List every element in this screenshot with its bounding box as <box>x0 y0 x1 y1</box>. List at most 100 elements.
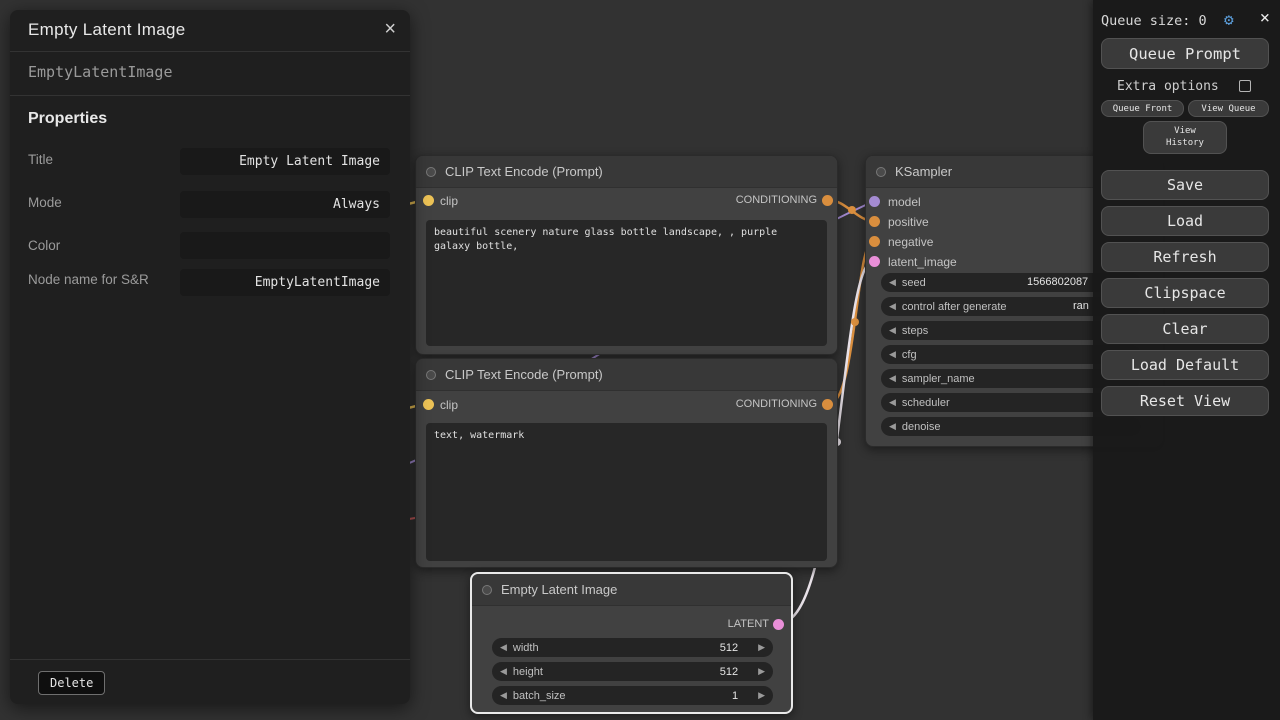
node-title: CLIP Text Encode (Prompt) <box>445 367 603 382</box>
node-header[interactable]: CLIP Text Encode (Prompt) <box>416 359 837 391</box>
slot-row: clip CONDITIONING <box>416 192 837 210</box>
decrement-arrow-icon[interactable]: ◀ <box>500 642 507 653</box>
latent-image-input-slot[interactable] <box>869 256 880 267</box>
height-widget[interactable]: ◀ height 512 ▶ <box>492 662 773 681</box>
collapse-dot[interactable] <box>426 370 436 380</box>
clip-input-label: clip <box>440 194 458 208</box>
node-clip-text-encode-2[interactable]: CLIP Text Encode (Prompt) clip CONDITION… <box>415 358 838 568</box>
latent-output-slot[interactable] <box>773 619 784 630</box>
widget-label: sampler_name <box>902 373 975 385</box>
positive-input-label: positive <box>888 215 929 229</box>
node-header[interactable]: CLIP Text Encode (Prompt) <box>416 156 837 188</box>
widget-value: ran <box>1073 300 1089 312</box>
color-input[interactable] <box>180 232 390 259</box>
decrement-arrow-icon[interactable]: ◀ <box>889 421 896 432</box>
widget-value: 512 <box>720 642 738 654</box>
model-input-label: model <box>888 195 921 209</box>
property-label-color: Color <box>28 236 173 256</box>
conditioning-output-label: CONDITIONING <box>736 398 817 410</box>
width-widget[interactable]: ◀ width 512 ▶ <box>492 638 773 657</box>
node-class-name: EmptyLatentImage <box>28 63 173 81</box>
property-label-mode: Mode <box>28 193 173 213</box>
comfy-menu: Queue size: 0 ⚙ × Queue Prompt Extra opt… <box>1093 0 1280 720</box>
conditioning-output-slot[interactable] <box>822 399 833 410</box>
positive-input-slot[interactable] <box>869 216 880 227</box>
decrement-arrow-icon[interactable]: ◀ <box>889 325 896 336</box>
reset-view-button[interactable]: Reset View <box>1101 386 1269 416</box>
node-clip-text-encode-1[interactable]: CLIP Text Encode (Prompt) clip CONDITION… <box>415 155 838 355</box>
increment-arrow-icon[interactable]: ▶ <box>758 666 765 677</box>
widget-label: control after generate <box>902 301 1007 313</box>
queue-size-label: Queue size: 0 <box>1101 13 1207 29</box>
increment-arrow-icon[interactable]: ▶ <box>758 642 765 653</box>
view-queue-button[interactable]: View Queue <box>1188 100 1269 117</box>
conditioning-output-label: CONDITIONING <box>736 194 817 206</box>
link-midpoint-dot <box>851 318 859 326</box>
batch-size-widget[interactable]: ◀ batch_size 1 ▶ <box>492 686 773 705</box>
node-header[interactable]: Empty Latent Image <box>472 574 791 606</box>
title-input[interactable]: Empty Latent Image <box>180 148 390 175</box>
view-history-button[interactable]: View History <box>1143 121 1227 154</box>
collapse-dot[interactable] <box>876 167 886 177</box>
settings-gear-icon[interactable]: ⚙ <box>1224 10 1234 29</box>
view-history-line2: History <box>1166 138 1204 149</box>
negative-input-label: negative <box>888 235 933 249</box>
collapse-dot[interactable] <box>426 167 436 177</box>
widget-value: 512 <box>720 666 738 678</box>
clip-input-slot[interactable] <box>423 195 434 206</box>
widget-label: height <box>513 666 543 678</box>
refresh-button[interactable]: Refresh <box>1101 242 1269 272</box>
decrement-arrow-icon[interactable]: ◀ <box>889 397 896 408</box>
comfyui-canvas[interactable]: CLIP Text Encode (Prompt) clip CONDITION… <box>0 0 1280 720</box>
collapse-dot[interactable] <box>482 585 492 595</box>
latent-output-label: LATENT <box>728 618 769 630</box>
extra-options-label: Extra options <box>1117 79 1219 94</box>
load-default-button[interactable]: Load Default <box>1101 350 1269 380</box>
property-label-title: Title <box>28 150 173 170</box>
load-button[interactable]: Load <box>1101 206 1269 236</box>
node-title: KSampler <box>895 164 952 179</box>
extra-options-checkbox[interactable] <box>1239 80 1251 92</box>
decrement-arrow-icon[interactable]: ◀ <box>889 373 896 384</box>
increment-arrow-icon[interactable]: ▶ <box>758 690 765 701</box>
latent-image-input-label: latent_image <box>888 255 957 269</box>
queue-prompt-button[interactable]: Queue Prompt <box>1101 38 1269 69</box>
node-name-input[interactable]: EmptyLatentImage <box>180 269 390 296</box>
widget-label: width <box>513 642 539 654</box>
panel-subrow: EmptyLatentImage <box>10 52 410 96</box>
clip-input-label: clip <box>440 398 458 412</box>
widget-label: cfg <box>902 349 917 361</box>
slot-row: clip CONDITIONING <box>416 396 837 414</box>
menu-close-icon[interactable]: × <box>1260 8 1270 28</box>
conditioning-output-slot[interactable] <box>822 195 833 206</box>
widget-label: scheduler <box>902 397 950 409</box>
slot-row: LATENT <box>472 616 791 634</box>
prompt-text-widget[interactable]: beautiful scenery nature glass bottle la… <box>426 220 827 346</box>
mode-input[interactable]: Always <box>180 191 390 218</box>
decrement-arrow-icon[interactable]: ◀ <box>889 301 896 312</box>
node-title: CLIP Text Encode (Prompt) <box>445 164 603 179</box>
delete-button[interactable]: Delete <box>38 671 105 695</box>
view-history-line1: View <box>1174 126 1196 137</box>
model-input-slot[interactable] <box>869 196 880 207</box>
decrement-arrow-icon[interactable]: ◀ <box>500 690 507 701</box>
panel-close-icon[interactable]: × <box>384 18 396 41</box>
clipspace-button[interactable]: Clipspace <box>1101 278 1269 308</box>
node-properties-panel: Empty Latent Image × EmptyLatentImage Pr… <box>10 10 410 704</box>
widget-label: denoise <box>902 421 941 433</box>
widget-value: 1566802087 <box>1027 276 1088 288</box>
decrement-arrow-icon[interactable]: ◀ <box>889 349 896 360</box>
queue-front-button[interactable]: Queue Front <box>1101 100 1184 117</box>
prompt-text-widget[interactable]: text, watermark <box>426 423 827 561</box>
panel-titlebar: Empty Latent Image × <box>10 10 410 52</box>
widget-label: steps <box>902 325 928 337</box>
save-button[interactable]: Save <box>1101 170 1269 200</box>
widget-label: batch_size <box>513 690 566 702</box>
decrement-arrow-icon[interactable]: ◀ <box>889 277 896 288</box>
link-midpoint-dot <box>848 206 856 214</box>
node-empty-latent-image[interactable]: Empty Latent Image LATENT ◀ width 512 ▶ … <box>470 572 793 714</box>
decrement-arrow-icon[interactable]: ◀ <box>500 666 507 677</box>
clear-button[interactable]: Clear <box>1101 314 1269 344</box>
negative-input-slot[interactable] <box>869 236 880 247</box>
clip-input-slot[interactable] <box>423 399 434 410</box>
